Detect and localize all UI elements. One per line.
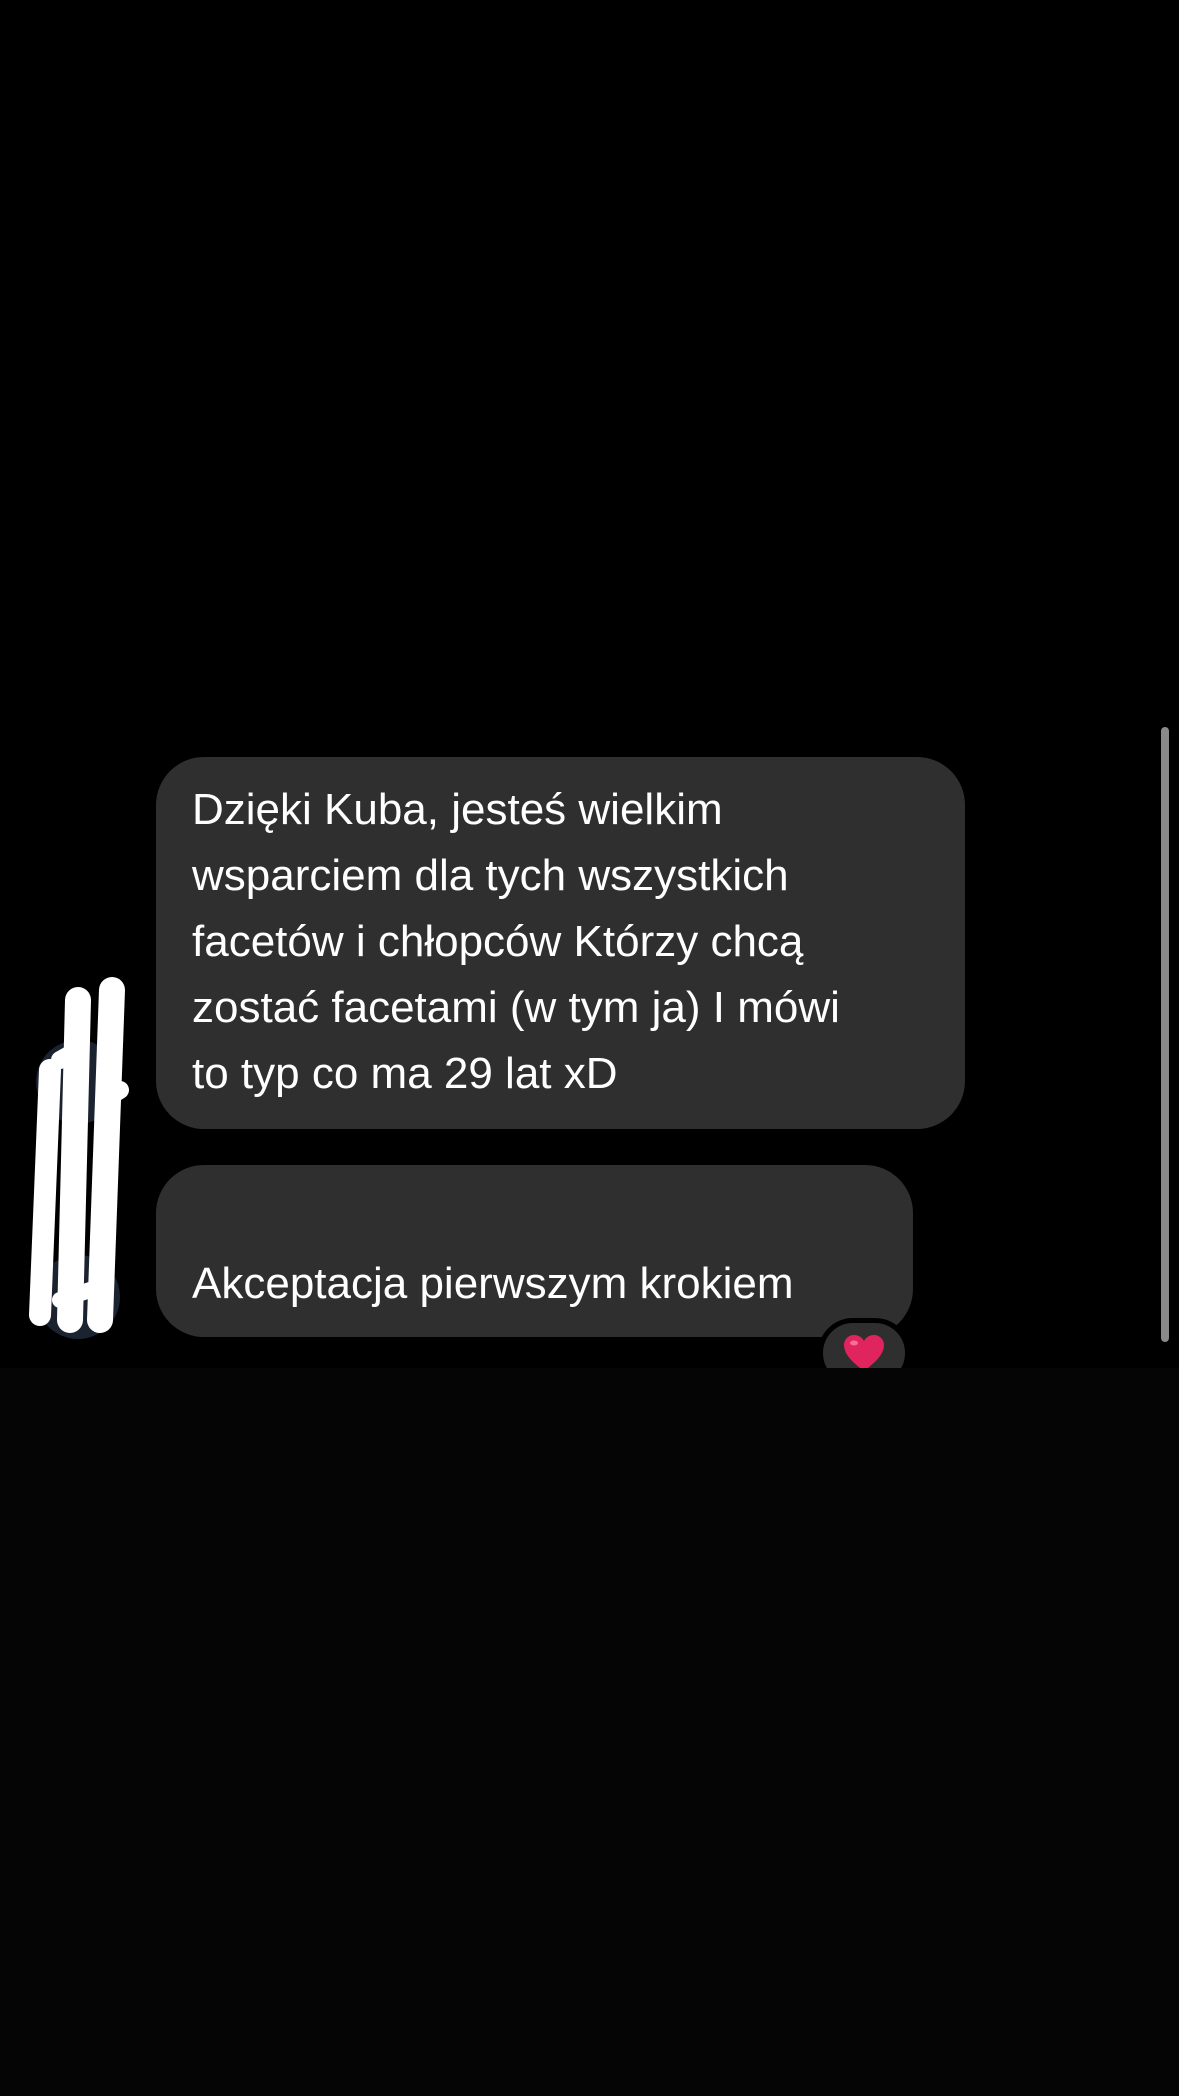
scrollbar[interactable] [1161,727,1169,1342]
message-text: Akceptacja pierwszym krokiem [192,1259,794,1308]
background-area [0,1368,1179,2096]
redaction-scribble [29,977,129,1333]
red-heart-icon [844,1335,884,1371]
message-bubble[interactable]: Dzięki Kuba, jesteś wielkim wsparciem dl… [156,757,965,1129]
chat-area: Dzięki Kuba, jesteś wielkim wsparciem dl… [0,0,1179,1509]
message-bubble[interactable]: Akceptacja pierwszym krokiem [156,1165,913,1509]
